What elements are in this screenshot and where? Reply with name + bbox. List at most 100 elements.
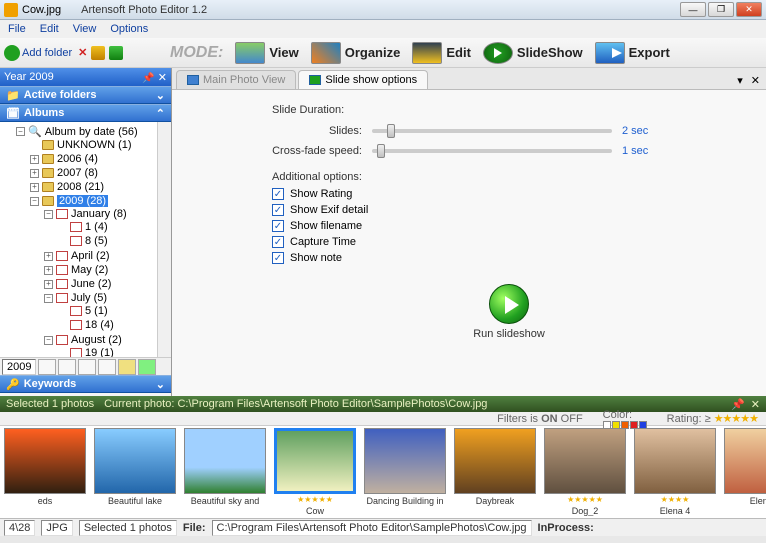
- left-panel: Year 2009 📌 ✕ 📁Active folders⌄ 🗓Albums⌃ …: [0, 68, 172, 396]
- panel-keywords[interactable]: 🔑Keywords⌄: [0, 375, 171, 393]
- add-icon: [4, 45, 20, 61]
- close-button[interactable]: ✕: [736, 2, 762, 17]
- filter-on[interactable]: ON: [541, 413, 558, 425]
- slides-value: 2 sec: [622, 125, 648, 137]
- add-folder-button[interactable]: Add folder: [22, 47, 72, 59]
- minimize-button[interactable]: —: [680, 2, 706, 17]
- menu-file[interactable]: File: [8, 23, 26, 35]
- title-file: Cow.jpg: [22, 4, 61, 16]
- status-selected: Selected 1 photos: [79, 520, 177, 536]
- tree-selected: 2009 (28): [57, 195, 108, 207]
- crossfade-value: 1 sec: [622, 145, 648, 157]
- mode-edit[interactable]: Edit: [406, 40, 477, 66]
- tab-menu-icon[interactable]: ▾: [735, 72, 745, 89]
- tree-collapse-icon[interactable]: −: [16, 127, 25, 136]
- thumb-item[interactable]: ★★★★★Dog_2: [544, 428, 626, 516]
- menu-view[interactable]: View: [73, 23, 97, 35]
- tab-slideshow-options[interactable]: Slide show options: [298, 70, 428, 89]
- thumb-item[interactable]: Daybreak: [454, 428, 536, 506]
- thumb-item[interactable]: ★★★★Elena 4: [634, 428, 716, 516]
- slides-slider[interactable]: [372, 129, 612, 133]
- year-bar: Year 2009 📌 ✕: [0, 68, 171, 86]
- run-slideshow-button[interactable]: [489, 284, 529, 324]
- thumb-item[interactable]: Elena 5: [724, 428, 766, 506]
- menu-edit[interactable]: Edit: [40, 23, 59, 35]
- thumbnail-strip[interactable]: eds Beautiful lake Beautiful sky and ★★★…: [0, 426, 766, 518]
- checkbox-exif[interactable]: ✓: [272, 204, 284, 216]
- additional-group: Additional options:: [272, 171, 746, 184]
- crossfade-slider[interactable]: [372, 149, 612, 153]
- edit-icon: [412, 42, 442, 64]
- slide-icon: [309, 75, 321, 85]
- tab-close-icon[interactable]: ✕: [749, 72, 762, 89]
- refresh-right-icon[interactable]: [109, 46, 123, 60]
- app-title: Artensoft Photo Editor 1.2: [81, 4, 680, 16]
- mode-view[interactable]: View: [229, 40, 304, 66]
- thumb-item[interactable]: Dancing Building in: [364, 428, 446, 506]
- selbar-pin-icon[interactable]: 📌: [731, 398, 745, 411]
- year-label: Year 2009: [4, 71, 54, 83]
- checkbox-note[interactable]: ✓: [272, 252, 284, 264]
- year-btn-6[interactable]: [138, 359, 156, 375]
- filter-off[interactable]: OFF: [561, 413, 583, 425]
- year-btn-4[interactable]: [98, 359, 116, 375]
- slideshow-icon: [483, 42, 513, 64]
- menubar: File Edit View Options: [0, 20, 766, 38]
- delete-icon[interactable]: ✕: [78, 46, 87, 59]
- checkbox-rating[interactable]: ✓: [272, 188, 284, 200]
- chevron-down-icon: ⌄: [156, 89, 165, 102]
- titlebar: Cow.jpg Artensoft Photo Editor 1.2 — ❐ ✕: [0, 0, 766, 20]
- app-file-icon: [4, 3, 18, 17]
- status-inprocess: InProcess:: [538, 522, 594, 534]
- pin-icon[interactable]: 📌: [142, 73, 154, 84]
- run-slideshow-label: Run slideshow: [272, 328, 746, 340]
- mode-export[interactable]: Export: [589, 40, 676, 66]
- checkbox-filename[interactable]: ✓: [272, 220, 284, 232]
- slides-label: Slides:: [272, 125, 362, 137]
- year-btn-1[interactable]: [38, 359, 56, 375]
- selbar-close-icon[interactable]: ✕: [751, 398, 760, 411]
- tab-main-view[interactable]: Main Photo View: [176, 70, 296, 89]
- refresh-left-icon[interactable]: [91, 46, 105, 60]
- album-tree[interactable]: −🔍Album by date (56) UNKNOWN (1) +2006 (…: [0, 122, 171, 357]
- year-slider[interactable]: 2009: [0, 357, 171, 375]
- thumb-item[interactable]: Beautiful lake: [94, 428, 176, 506]
- status-file-path: C:\Program Files\Artensoft Photo Editor\…: [212, 520, 532, 536]
- filter-row: Filters is ON OFF Color: Rating: ≥ ★★★★★: [0, 412, 766, 426]
- status-file-label: File:: [183, 522, 206, 534]
- year-value: 2009: [2, 359, 36, 375]
- slideshow-options: Slide Duration: Slides: 2 sec Cross-fade…: [172, 90, 766, 396]
- organize-icon: [311, 42, 341, 64]
- toolbar: Add folder ✕ MODE: View Organize Edit Sl…: [0, 38, 766, 68]
- mode-slideshow[interactable]: SlideShow: [477, 40, 589, 66]
- mode-label: MODE:: [170, 44, 223, 62]
- menu-options[interactable]: Options: [110, 23, 148, 35]
- panel-active-folders[interactable]: 📁Active folders⌄: [0, 86, 171, 104]
- chevron-up-icon: ⌃: [156, 107, 165, 120]
- view-icon: [235, 42, 265, 64]
- mode-organize[interactable]: Organize: [305, 40, 407, 66]
- status-ext: JPG: [41, 520, 72, 536]
- duration-group: Slide Duration:: [272, 104, 746, 117]
- close-panel-icon[interactable]: ✕: [158, 72, 167, 84]
- thumb-item[interactable]: Beautiful sky and: [184, 428, 266, 506]
- tree-scrollbar[interactable]: [157, 122, 171, 357]
- status-page: 4\28: [4, 520, 35, 536]
- selected-count: Selected 1 photos: [6, 398, 94, 410]
- status-bar: 4\28 JPG Selected 1 photos File: C:\Prog…: [0, 518, 766, 536]
- current-photo: Current photo: C:\Program Files\Artensof…: [104, 398, 487, 410]
- year-btn-3[interactable]: [78, 359, 96, 375]
- checkbox-capture[interactable]: ✓: [272, 236, 284, 248]
- thumb-item[interactable]: ★★★★★Cow: [274, 428, 356, 516]
- photo-icon: [187, 75, 199, 85]
- chevron-down-icon: ⌄: [156, 378, 165, 391]
- selection-bar: Selected 1 photos Current photo: C:\Prog…: [0, 396, 766, 412]
- maximize-button[interactable]: ❐: [708, 2, 734, 17]
- right-panel: Main Photo View Slide show options ▾✕ Sl…: [172, 68, 766, 396]
- rating-filter[interactable]: ★★★★★: [714, 413, 758, 425]
- panel-albums[interactable]: 🗓Albums⌃: [0, 104, 171, 122]
- thumb-item[interactable]: eds: [4, 428, 86, 506]
- export-icon: [595, 42, 625, 64]
- year-btn-2[interactable]: [58, 359, 76, 375]
- year-btn-5[interactable]: [118, 359, 136, 375]
